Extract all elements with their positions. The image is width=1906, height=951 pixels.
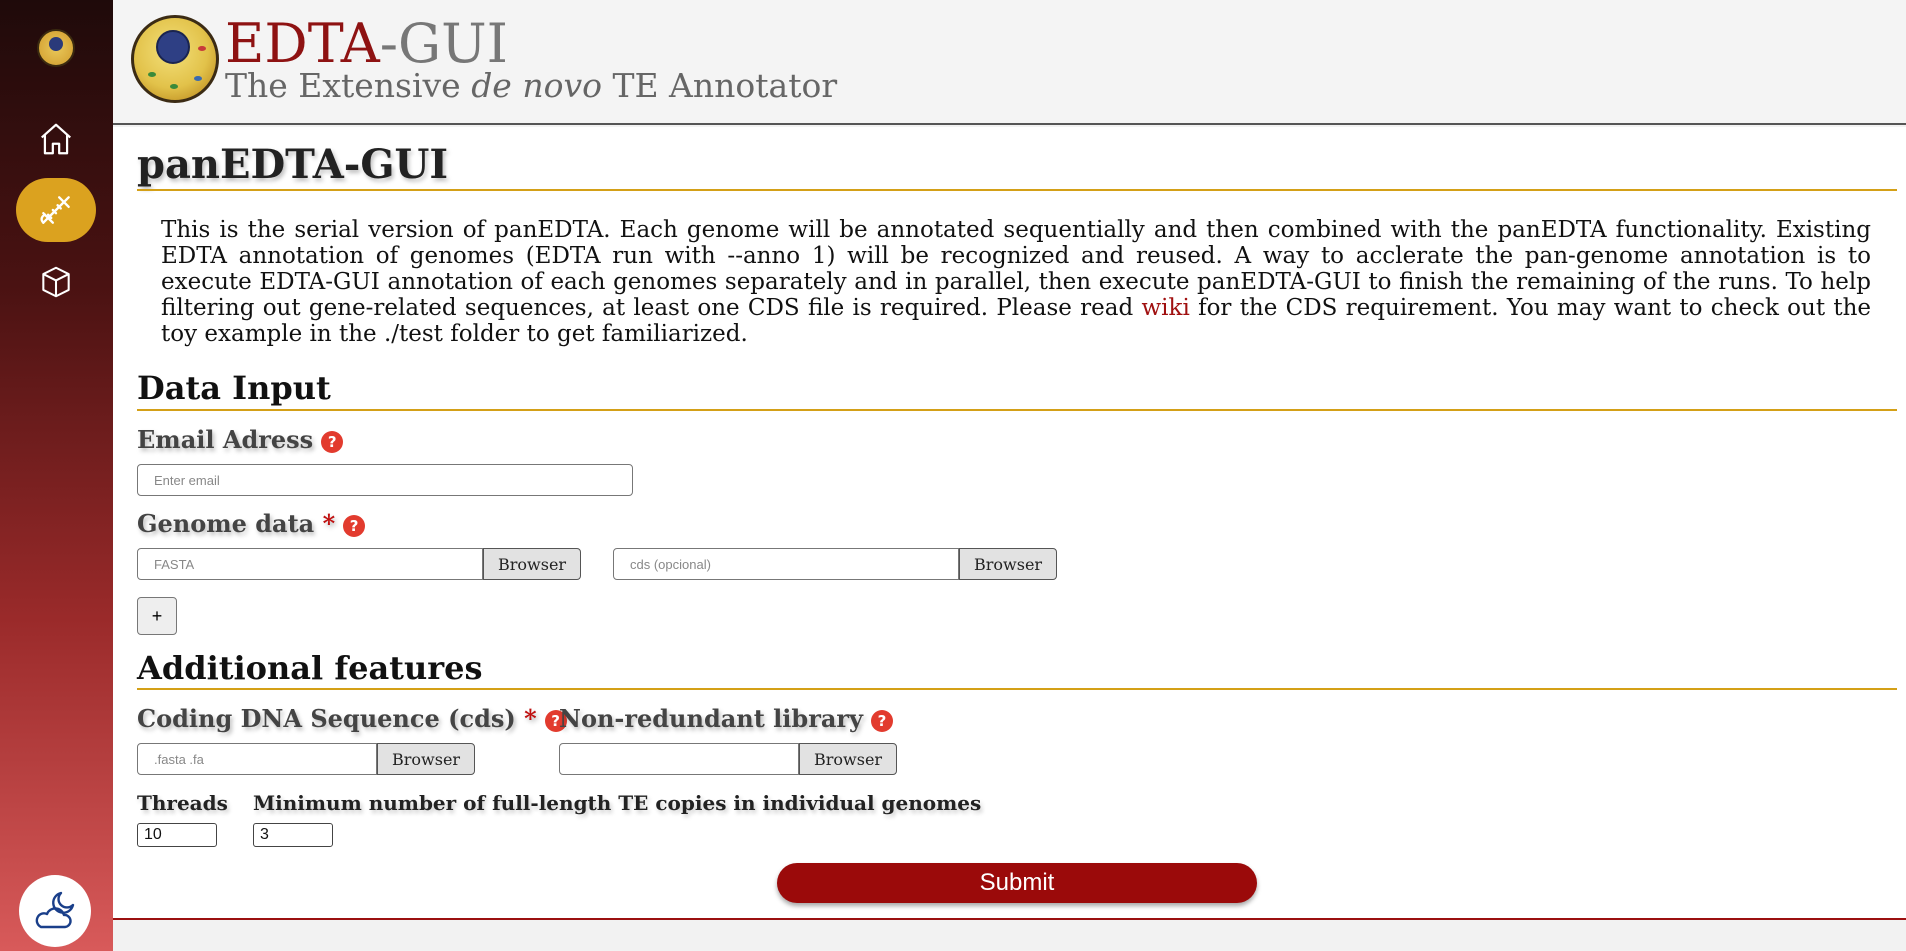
threads-input[interactable] <box>137 823 217 847</box>
cds-required-mark: * <box>524 704 537 733</box>
email-help-icon[interactable]: ? <box>321 430 344 453</box>
data-input-divider <box>137 409 1897 411</box>
genome-label-text: Genome data <box>137 509 315 538</box>
app-logo-icon[interactable] <box>37 29 75 67</box>
brand-subtitle-end: TE Annotator <box>601 66 838 105</box>
cds-file-group-additional: Browser <box>137 743 476 775</box>
nr-library-file-group: Browser <box>559 743 898 775</box>
add-genome-button[interactable]: + <box>137 597 177 635</box>
edta-logo <box>131 15 219 103</box>
sidebar-item-packages[interactable] <box>16 250 96 314</box>
brand-title: EDTA-GUI <box>225 14 508 74</box>
brand-subtitle-start: The Extensive <box>225 66 472 105</box>
threads-label: Threads <box>137 791 228 815</box>
theme-toggle-button[interactable] <box>19 875 91 947</box>
additional-features-heading: Additional features <box>137 649 483 687</box>
email-label-text: Email Adress <box>137 425 314 454</box>
sidebar <box>0 0 113 951</box>
fasta-file-group: Browser <box>137 548 582 580</box>
brand-subtitle-italic: de novo <box>471 66 602 105</box>
genome-cds-input[interactable] <box>613 548 959 580</box>
nr-library-browse-button[interactable]: Browser <box>799 743 898 775</box>
min-copies-input[interactable] <box>253 823 333 847</box>
description: This is the serial version of panEDTA. E… <box>161 217 1871 347</box>
genome-data-label: Genome data *? <box>137 509 366 538</box>
cds-file-group: Browser <box>613 548 1058 580</box>
title-divider <box>137 189 1897 191</box>
genome-help-icon[interactable]: ? <box>343 514 366 537</box>
sidebar-item-home[interactable] <box>16 107 96 171</box>
fasta-input[interactable] <box>137 548 483 580</box>
nr-library-input[interactable] <box>559 743 799 775</box>
cds-label: Coding DNA Sequence (cds) *? <box>137 704 567 733</box>
home-icon <box>41 123 71 155</box>
additional-divider <box>137 688 1897 690</box>
brand-subtitle: The Extensive de novo TE Annotator <box>225 66 837 105</box>
main-panel: panEDTA-GUI This is the serial version o… <box>113 127 1906 920</box>
dna-icon <box>40 196 70 224</box>
nr-library-help-icon[interactable]: ? <box>870 709 893 732</box>
fasta-browse-button[interactable]: Browser <box>483 548 582 580</box>
genome-cds-browse-button[interactable]: Browser <box>959 548 1058 580</box>
sidebar-item-panedta[interactable] <box>16 178 96 242</box>
wiki-link[interactable]: wiki <box>1141 295 1189 321</box>
cube-icon <box>42 266 70 298</box>
email-input[interactable] <box>137 464 633 496</box>
email-label: Email Adress? <box>137 425 344 454</box>
cds-label-text: Coding DNA Sequence (cds) <box>137 704 516 733</box>
page-title: panEDTA-GUI <box>137 141 449 188</box>
moon-cloud-icon <box>35 891 75 929</box>
app-header: EDTA-GUI The Extensive de novo TE Annota… <box>113 0 1906 125</box>
nr-library-label: Non-redundant library? <box>559 704 893 733</box>
min-copies-label: Minimum number of full-length TE copies … <box>253 791 982 815</box>
required-mark: * <box>322 509 336 538</box>
nr-library-label-text: Non-redundant library <box>559 704 863 733</box>
cds-browse-button[interactable]: Browser <box>377 743 476 775</box>
data-input-heading: Data Input <box>137 369 331 407</box>
submit-button[interactable]: Submit <box>777 863 1257 903</box>
cds-input[interactable] <box>137 743 377 775</box>
